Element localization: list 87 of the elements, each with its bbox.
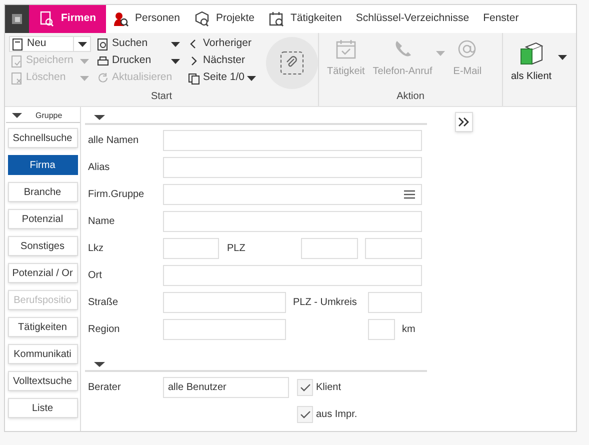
group-label: Aktion xyxy=(396,90,426,104)
document-search-icon xyxy=(39,11,55,27)
toolbar-button[interactable]: Suchen xyxy=(95,36,182,52)
caret-icon xyxy=(80,76,89,80)
field-label: Berater xyxy=(88,381,122,395)
menu-tab[interactable]: Firmen xyxy=(29,5,106,33)
client-button[interactable]: als Klient xyxy=(511,41,567,106)
field-label: PLZ - Umkreis xyxy=(293,296,358,310)
field-label: Firm.Gruppe xyxy=(88,188,146,202)
field-label: alle Namen xyxy=(88,134,140,148)
collapse-icon xyxy=(94,362,105,367)
menu-tab[interactable]: Fenster xyxy=(476,5,526,33)
check-icon xyxy=(300,410,310,419)
double-chevron-icon xyxy=(458,117,470,127)
paperclip-icon xyxy=(280,51,304,75)
checkbox[interactable] xyxy=(297,379,313,396)
search-document-icon xyxy=(97,38,109,50)
input-field[interactable] xyxy=(368,292,422,313)
save-document-icon xyxy=(11,54,23,68)
input-field[interactable] xyxy=(163,265,422,286)
input-field[interactable] xyxy=(301,238,358,259)
group-button[interactable]: Liste xyxy=(8,398,78,418)
calendar-search-icon xyxy=(268,11,284,27)
field-label: Straße xyxy=(88,296,120,310)
delete-document-icon xyxy=(11,72,23,84)
calendar-check-icon xyxy=(336,39,356,59)
caret-icon xyxy=(80,58,89,64)
field-label: Region xyxy=(88,323,121,337)
box-search-icon xyxy=(194,11,210,27)
input-field[interactable] xyxy=(163,292,286,313)
input-field[interactable] xyxy=(163,319,286,340)
menu-icon xyxy=(404,190,415,199)
menu-tab[interactable]: Projekte xyxy=(186,5,262,33)
group-button[interactable]: Schnellsuche xyxy=(8,128,78,148)
toolbar-button[interactable]: Neu xyxy=(9,36,91,52)
checkbox[interactable] xyxy=(297,406,313,423)
pages-icon xyxy=(188,72,200,84)
field-label: Alias xyxy=(88,161,111,175)
caret-icon xyxy=(247,76,256,80)
input-field[interactable] xyxy=(163,238,219,259)
collapse-icon xyxy=(94,115,105,120)
group-button[interactable]: Potenzial xyxy=(8,209,78,229)
caret-icon xyxy=(171,42,180,46)
input-field[interactable] xyxy=(368,319,395,340)
expand-button[interactable] xyxy=(455,112,473,132)
input-field[interactable] xyxy=(365,238,422,259)
group-header: Gruppe xyxy=(36,110,62,122)
input-field[interactable] xyxy=(163,130,422,151)
input-field[interactable] xyxy=(163,157,422,178)
field-label: Name xyxy=(88,215,116,229)
toolbar-button[interactable]: Seite 1/0 xyxy=(186,70,258,86)
group-button[interactable]: Firma xyxy=(8,155,78,175)
caret-icon xyxy=(558,55,567,60)
field-label: km xyxy=(402,323,416,337)
check-icon xyxy=(300,383,310,392)
group-button[interactable]: Sonstiges xyxy=(8,236,78,256)
caret-icon xyxy=(171,58,180,64)
group-label: Start xyxy=(150,90,174,104)
field-label: PLZ xyxy=(227,242,246,256)
printer-icon xyxy=(97,54,109,68)
refresh-icon xyxy=(97,72,109,84)
menu-tab[interactable]: Schlüssel-Verzeichnisse xyxy=(348,5,476,33)
field-label: Lkz xyxy=(88,242,105,256)
checkbox-label: aus Impr. xyxy=(316,408,358,422)
input-field[interactable]: alle Benutzer xyxy=(163,377,289,398)
caret-icon xyxy=(436,51,446,56)
box-icon xyxy=(518,41,544,65)
person-search-icon xyxy=(113,11,130,27)
at-sign-icon xyxy=(457,39,478,59)
menu-tab[interactable]: Personen xyxy=(106,5,187,33)
group-button[interactable]: Tätigkeiten xyxy=(8,317,78,337)
toolbar-button[interactable]: Drucken xyxy=(95,53,182,69)
collapse-icon xyxy=(12,113,22,118)
checkbox-label: Klient xyxy=(316,381,342,395)
logo-icon xyxy=(11,13,23,25)
group-button[interactable]: Kommunikati xyxy=(8,344,78,364)
field-label: Ort xyxy=(88,269,103,283)
menu-tab[interactable]: Tätigkeiten xyxy=(262,5,349,33)
group-button[interactable]: Branche xyxy=(8,182,78,202)
caret-icon xyxy=(78,42,87,46)
group-button[interactable]: Potenzial / Or xyxy=(8,263,78,283)
new-document-icon xyxy=(12,38,24,50)
input-field[interactable] xyxy=(163,211,422,232)
toolbar-button[interactable]: Nächster xyxy=(186,53,258,69)
toolbar-button[interactable]: Vorheriger xyxy=(186,36,258,52)
group-button[interactable]: Volltextsuche xyxy=(8,371,78,391)
input-field[interactable] xyxy=(163,184,422,205)
